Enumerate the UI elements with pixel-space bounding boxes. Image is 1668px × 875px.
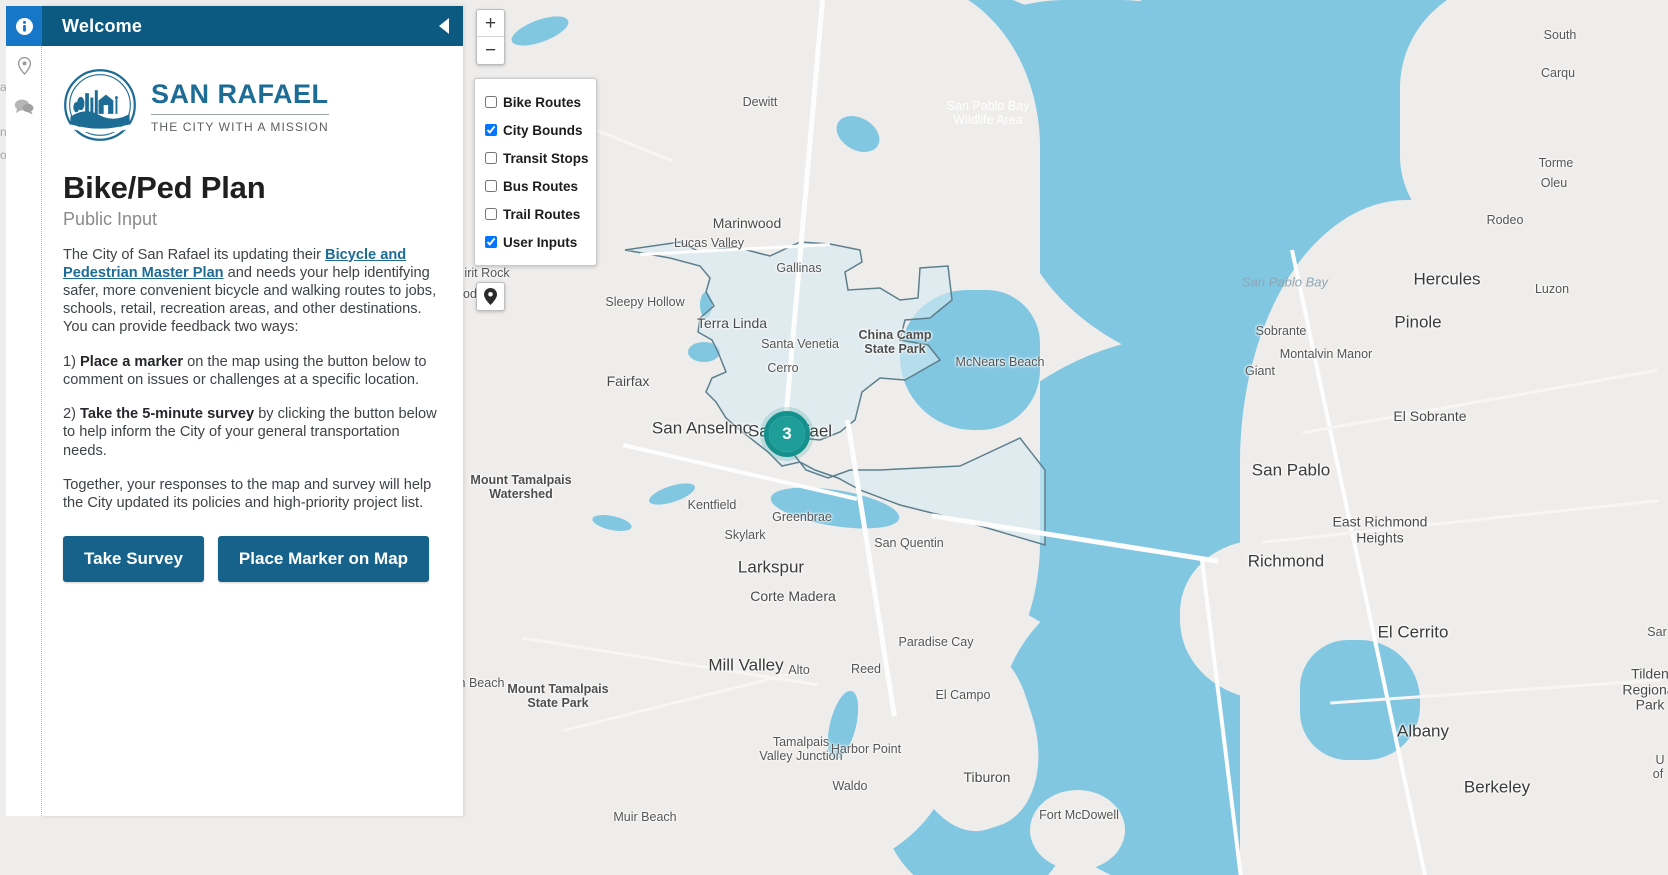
layer-list-panel[interactable]: Bike Routes City Bounds Transit Stops Bus R…	[474, 78, 597, 266]
cluster-count: 3	[782, 424, 792, 443]
layer-checkbox[interactable]	[485, 152, 497, 164]
land-south-marin	[430, 560, 950, 875]
layer-label: Bus Routes	[503, 178, 579, 194]
take-survey-button[interactable]: Take Survey	[63, 536, 204, 583]
welcome-panel: Welcome SAN RAFAEL THE CITY WITH A MISSI…	[42, 6, 463, 816]
comments-icon	[14, 99, 34, 114]
option-2-bold: Take the 5-minute survey	[80, 406, 255, 423]
option-1-number: 1)	[63, 353, 81, 370]
intro-text-before: The City of San Rafael its updating thei…	[63, 246, 326, 263]
option-1-bold: Place a marker	[80, 353, 184, 370]
layer-label: City Bounds	[503, 122, 583, 138]
land-north-east	[1400, 0, 1668, 250]
layer-label: Transit Stops	[503, 150, 589, 166]
panel-action-buttons: Take Survey Place Marker on Map	[63, 536, 442, 583]
zoom-control[interactable]: + −	[476, 9, 505, 65]
panel-header: Welcome	[42, 6, 463, 46]
map-pin-icon	[17, 57, 31, 75]
page-title: Bike/Ped Plan	[63, 170, 266, 205]
caret-left-icon[interactable]	[439, 18, 449, 34]
option-2-number: 2)	[63, 406, 81, 423]
logo-city-name: SAN RAFAEL	[151, 78, 329, 109]
layer-toggle-transit-stops[interactable]: Transit Stops	[485, 144, 589, 172]
option-1-paragraph: 1) Place a marker on the map using the b…	[63, 353, 442, 389]
layer-toggle-user-inputs[interactable]: User Inputs	[485, 228, 588, 256]
sidebar-item-markers[interactable]	[6, 46, 42, 86]
logo-text-block: SAN RAFAEL THE CITY WITH A MISSION	[151, 77, 329, 134]
panel-title: Welcome	[62, 15, 143, 36]
land-angel-island	[1030, 790, 1125, 870]
water-marsh-3	[688, 342, 720, 362]
app-root: Dewitt San Pablo Bay Wildlife Area Marinwoo…	[0, 0, 1668, 875]
closing-paragraph: Together, your responses to the map and …	[63, 476, 432, 512]
layer-checkbox[interactable]	[485, 236, 497, 248]
san-rafael-city-seal	[64, 69, 136, 141]
sidebar-item-info[interactable]	[6, 6, 42, 46]
layer-label: User Inputs	[503, 234, 578, 250]
page-subtitle: Public Input	[63, 208, 158, 229]
option-2-paragraph: 2) Take the 5-minute survey by clicking …	[63, 405, 442, 460]
user-input-cluster-marker[interactable]: 3	[764, 411, 810, 457]
layer-label: Trail Routes	[503, 206, 581, 222]
layer-toggle-trail-routes[interactable]: Trail Routes	[485, 200, 588, 228]
cluster-count-badge: 3	[769, 416, 805, 452]
city-logo: SAN RAFAEL THE CITY WITH A MISSION	[63, 68, 442, 142]
zoom-out-button[interactable]: −	[477, 37, 504, 64]
layer-checkbox[interactable]	[485, 208, 497, 220]
layer-checkbox[interactable]	[485, 124, 497, 136]
left-icon-rail	[6, 6, 42, 816]
water-inlet-china-camp	[900, 290, 1040, 430]
layer-toggle-bike-routes[interactable]: Bike Routes	[485, 88, 588, 116]
place-marker-button[interactable]: Place Marker on Map	[217, 536, 430, 583]
place-marker-map-button[interactable]	[476, 282, 505, 311]
zoom-in-button[interactable]: +	[477, 10, 504, 37]
layer-toggle-city-bounds[interactable]: City Bounds	[485, 116, 588, 144]
map-pin-icon	[484, 288, 497, 305]
panel-body: SAN RAFAEL THE CITY WITH A MISSION Bike/…	[42, 46, 463, 816]
layer-checkbox[interactable]	[485, 180, 497, 192]
logo-divider	[151, 113, 329, 115]
logo-tagline: THE CITY WITH A MISSION	[151, 119, 329, 134]
layer-label: Bike Routes	[503, 94, 582, 110]
info-icon	[15, 17, 33, 35]
layer-checkbox[interactable]	[485, 96, 497, 108]
layer-toggle-bus-routes[interactable]: Bus Routes	[485, 172, 588, 200]
water-marsh-2	[700, 292, 712, 318]
intro-paragraph: The City of San Rafael its updating thei…	[63, 246, 442, 337]
sidebar-item-comments[interactable]	[6, 86, 42, 126]
